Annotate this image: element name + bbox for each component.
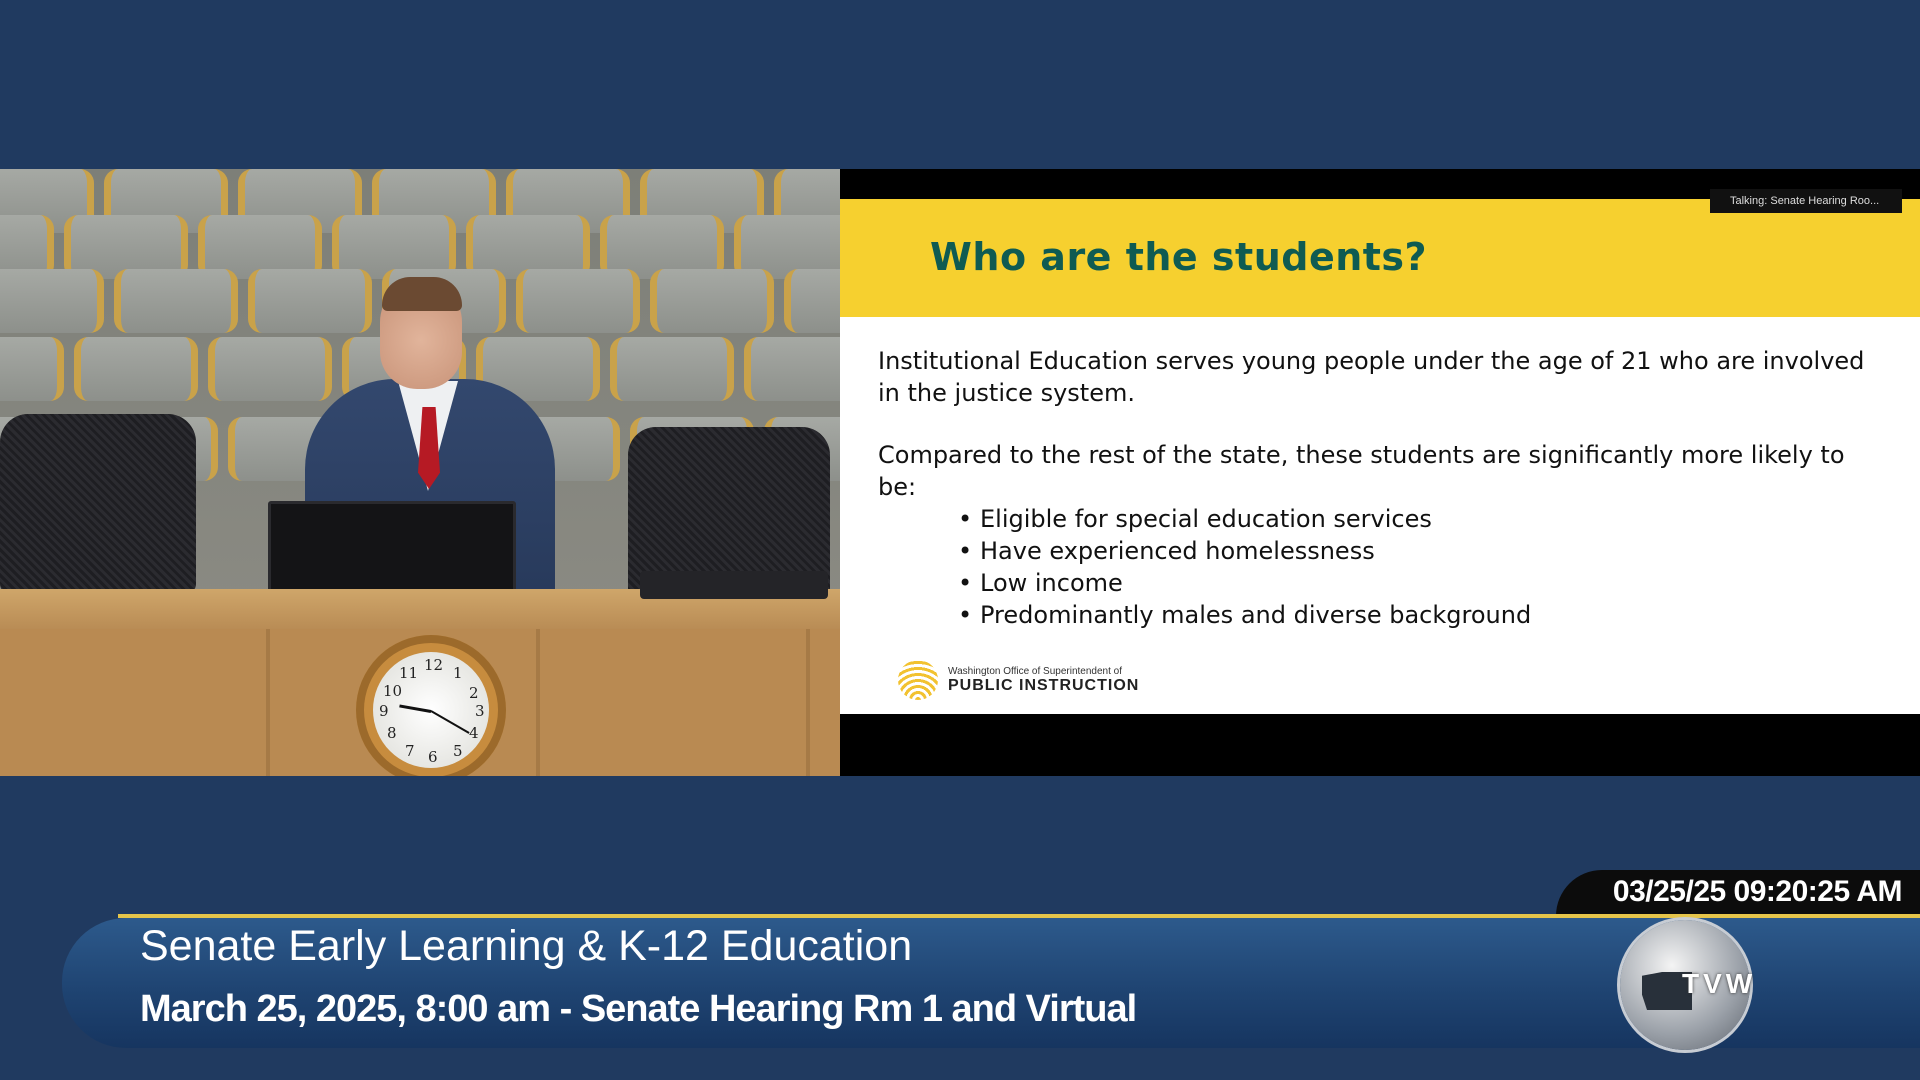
clock-number: 1 (453, 664, 463, 682)
clock-minute-hand (430, 710, 470, 734)
timestamp: 03/25/25 09:20:25 AM (1612, 875, 1903, 908)
bullet-item: Predominantly males and diverse backgrou… (958, 599, 1878, 631)
clock-face: 12 1 2 3 4 5 6 7 8 9 10 11 (373, 652, 489, 768)
banner-title: Senate Early Learning & K-12 Education (140, 922, 913, 970)
clock-number: 10 (383, 682, 403, 700)
bullet-item: Eligible for special education services (958, 503, 1878, 535)
clock-number: 9 (379, 702, 389, 720)
clock-number: 2 (469, 684, 479, 702)
timestamp-tab: 03/25/25 09:20:25 AM (1556, 870, 1920, 916)
clock-number: 7 (405, 742, 415, 760)
ospi-logo-text: PUBLIC INSTRUCTION (948, 676, 1140, 694)
slide: Who are the students? Institutional Educ… (840, 199, 1920, 714)
speaker-hair (382, 277, 462, 311)
desk-keyboard (640, 571, 828, 599)
slide-paragraph: Compared to the rest of the state, these… (878, 441, 1845, 501)
clock-number: 3 (475, 702, 485, 720)
ospi-logo-small-text: Washington Office of Superintendent of (948, 665, 1122, 677)
presentation-panel: Who are the students? Institutional Educ… (840, 169, 1920, 776)
office-chair (0, 414, 196, 594)
clock-number: 6 (428, 748, 438, 766)
bullet-item: Have experienced homelessness (958, 535, 1878, 567)
clock-number: 11 (399, 664, 419, 682)
clock-number: 12 (424, 656, 444, 674)
slide-header: Who are the students? (840, 199, 1920, 317)
tvw-logo-text: TVW (1682, 968, 1757, 999)
tvw-logo: TVW (1620, 920, 1752, 1050)
ospi-emblem-icon (898, 660, 938, 700)
bullet-item: Low income (958, 567, 1878, 599)
talking-indicator: Talking: Senate Hearing Roo... (1710, 189, 1902, 213)
clock-number: 8 (387, 724, 397, 742)
bullet-list: Eligible for special education services … (878, 503, 1878, 631)
slide-body: Institutional Education serves young peo… (878, 345, 1878, 631)
camera-feed: 12 1 2 3 4 5 6 7 8 9 10 11 (0, 169, 840, 776)
clock-hour-hand (399, 704, 432, 713)
clock-number: 4 (469, 724, 479, 742)
slide-paragraph: Institutional Education serves young peo… (878, 347, 1865, 407)
wall-clock: 12 1 2 3 4 5 6 7 8 9 10 11 (356, 635, 506, 776)
banner-subtitle: March 25, 2025, 8:00 am - Senate Hearing… (140, 988, 1137, 1030)
ospi-logo: Washington Office of Superintendent of P… (898, 660, 1139, 700)
slide-title: Who are the students? (930, 235, 1428, 279)
clock-number: 5 (453, 742, 463, 760)
